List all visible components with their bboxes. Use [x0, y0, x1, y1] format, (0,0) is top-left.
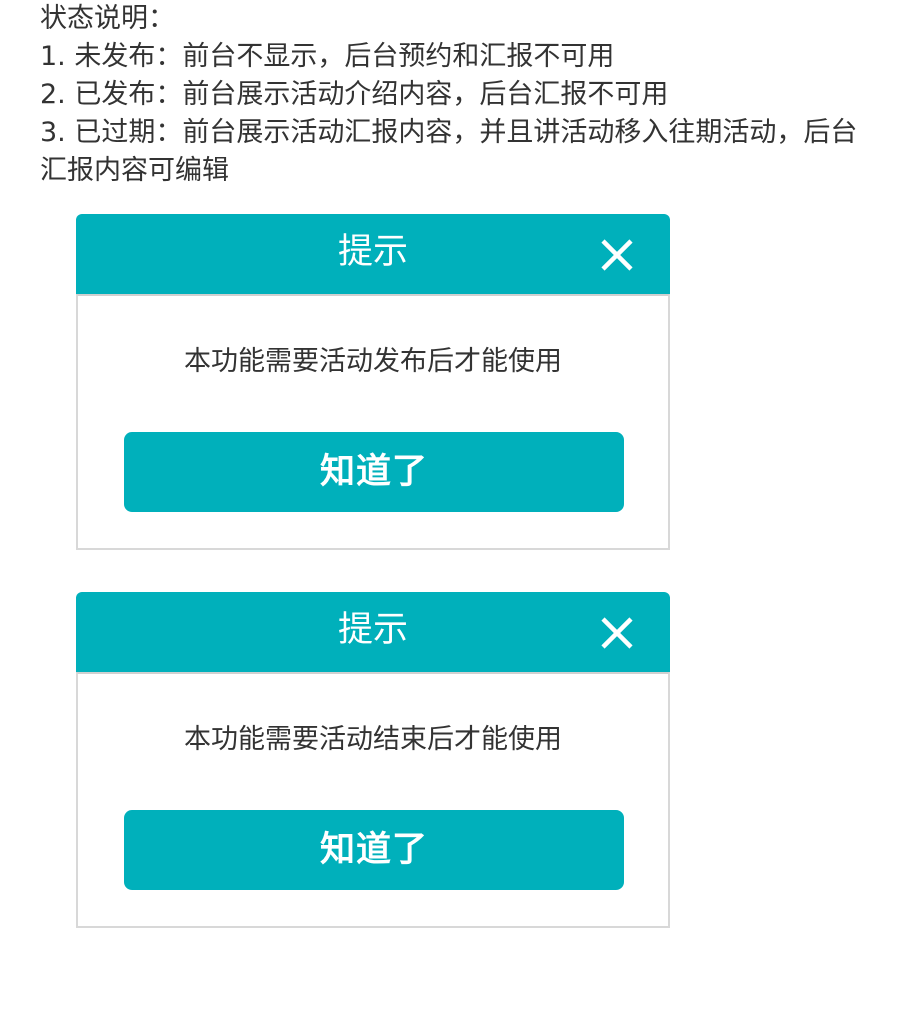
dialog-message: 本功能需要活动发布后才能使用: [184, 346, 562, 377]
dialog-body: 本功能需要活动结束后才能使用 知道了: [76, 672, 670, 928]
dialog-title: 提示: [337, 232, 408, 272]
notes-item-expired: 3. 已过期：前台展示活动汇报内容，并且讲活动移入往期活动，后台汇报内容可编辑: [40, 117, 858, 186]
notes-item-unpublished: 1. 未发布：前台不显示，后台预约和汇报不可用: [40, 41, 615, 72]
dialog-header: 提示: [76, 592, 670, 672]
got-it-button[interactable]: 知道了: [124, 810, 624, 890]
dialog-header: 提示: [76, 214, 670, 294]
close-icon[interactable]: [598, 236, 636, 274]
dialog-body: 本功能需要活动发布后才能使用 知道了: [76, 294, 670, 550]
close-icon[interactable]: [598, 614, 636, 652]
status-notes: 状态说明： 1. 未发布：前台不显示，后台预约和汇报不可用 2. 已发布：前台展…: [40, 0, 870, 190]
got-it-button[interactable]: 知道了: [124, 432, 624, 512]
notes-heading: 状态说明：: [40, 3, 175, 34]
notes-item-published: 2. 已发布：前台展示活动介绍内容，后台汇报不可用: [40, 79, 669, 110]
dialog-title: 提示: [337, 610, 408, 650]
prompt-dialog-ended: 提示 本功能需要活动结束后才能使用 知道了: [76, 592, 670, 928]
prompt-dialog-publish: 提示 本功能需要活动发布后才能使用 知道了: [76, 214, 670, 550]
dialog-message: 本功能需要活动结束后才能使用: [184, 724, 562, 755]
